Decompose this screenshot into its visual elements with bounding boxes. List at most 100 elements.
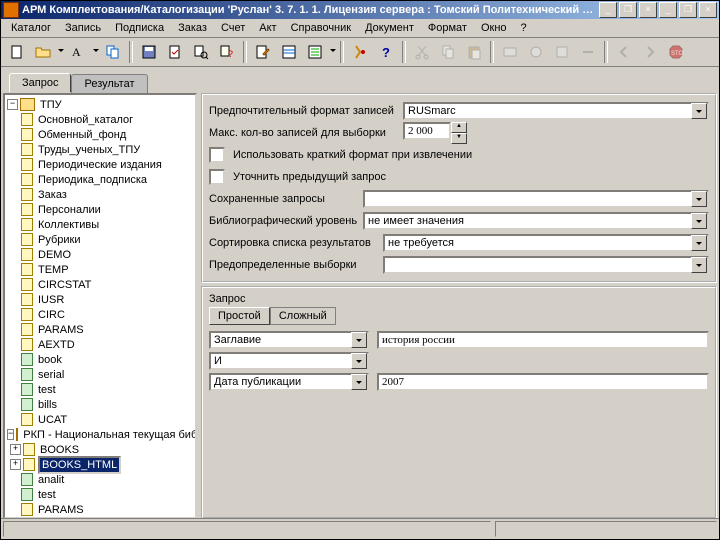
- query-tab-complex[interactable]: Сложный: [270, 307, 336, 325]
- tree-item[interactable]: bills: [7, 397, 193, 412]
- tree-item-selected[interactable]: +BOOKS_HTML: [7, 457, 193, 472]
- spin-up[interactable]: ▲: [451, 122, 467, 133]
- menu-help[interactable]: ?: [515, 20, 533, 36]
- script-button[interactable]: [163, 40, 187, 64]
- new-button[interactable]: [5, 40, 29, 64]
- doc-icon: [21, 413, 33, 426]
- help-button[interactable]: ?: [374, 40, 398, 64]
- dropdown-icon: [691, 235, 707, 251]
- pref-format-select[interactable]: RUSmarc: [403, 102, 709, 120]
- list-button[interactable]: [303, 40, 327, 64]
- prev-button[interactable]: [612, 40, 636, 64]
- minimize-button[interactable]: _: [599, 2, 617, 18]
- tree-item[interactable]: PARAMS: [7, 502, 193, 517]
- dropdown-icon: [351, 332, 367, 348]
- tree-item[interactable]: AEXTD: [7, 337, 193, 352]
- action1-button[interactable]: [498, 40, 522, 64]
- tree-root-tpu[interactable]: −ТПУ: [7, 97, 193, 112]
- field2-select[interactable]: Дата публикации: [209, 373, 369, 391]
- biblio-level-select[interactable]: не имеет значения: [363, 212, 709, 230]
- app-icon: [3, 2, 19, 18]
- value1-input[interactable]: [377, 331, 709, 349]
- tree-item[interactable]: Персоналии: [7, 202, 193, 217]
- field1-select[interactable]: Заглавие: [209, 331, 369, 349]
- menu-record[interactable]: Запись: [59, 20, 107, 36]
- tree-item[interactable]: Рубрики: [7, 232, 193, 247]
- tree-item[interactable]: IUSR: [7, 292, 193, 307]
- restore-button[interactable]: ❐: [619, 2, 637, 18]
- tree-item[interactable]: CIRC: [7, 307, 193, 322]
- tree-item[interactable]: Периодика_подписка: [7, 172, 193, 187]
- form-button[interactable]: [277, 40, 301, 64]
- menu-reference[interactable]: Справочник: [285, 20, 358, 36]
- cut-button[interactable]: [410, 40, 434, 64]
- paste-button[interactable]: [462, 40, 486, 64]
- menu-document[interactable]: Документ: [359, 20, 420, 36]
- menu-format[interactable]: Формат: [422, 20, 473, 36]
- query-tab-simple[interactable]: Простой: [209, 307, 270, 325]
- predef-select[interactable]: [383, 256, 709, 274]
- tree-item[interactable]: TEMP: [7, 262, 193, 277]
- doc-icon: [21, 188, 33, 201]
- tree-item[interactable]: Коллективы: [7, 217, 193, 232]
- menu-invoice[interactable]: Счет: [215, 20, 251, 36]
- tree-item[interactable]: PARAMS: [7, 322, 193, 337]
- folder-dropdown[interactable]: [57, 41, 64, 63]
- action3-button[interactable]: [550, 40, 574, 64]
- stop-button[interactable]: STOP: [664, 40, 688, 64]
- short-format-checkbox[interactable]: [209, 147, 225, 163]
- tree-item[interactable]: DEMO: [7, 247, 193, 262]
- tree-panel[interactable]: −ТПУ Основной_каталог Обменный_фонд Труд…: [3, 93, 197, 519]
- folder-button[interactable]: [31, 40, 55, 64]
- menu-catalog[interactable]: Каталог: [5, 20, 57, 36]
- clone-button[interactable]: [101, 40, 125, 64]
- action4-button[interactable]: [576, 40, 600, 64]
- doc-icon: [21, 203, 33, 216]
- tree-item[interactable]: Основной_каталог: [7, 112, 193, 127]
- inspect-button[interactable]: ?: [215, 40, 239, 64]
- tree-item[interactable]: UCAT: [7, 412, 193, 427]
- child-close-button[interactable]: ×: [699, 2, 717, 18]
- list-dropdown[interactable]: [329, 41, 336, 63]
- run-button[interactable]: [348, 40, 372, 64]
- max-records-input[interactable]: [403, 122, 451, 140]
- tree-item[interactable]: Заказ: [7, 187, 193, 202]
- menu-subscription[interactable]: Подписка: [109, 20, 170, 36]
- menu-act[interactable]: Акт: [253, 20, 282, 36]
- font-button[interactable]: A: [66, 40, 90, 64]
- doc-icon: [21, 308, 33, 321]
- tree-item[interactable]: test: [7, 382, 193, 397]
- action2-button[interactable]: [524, 40, 548, 64]
- tab-request[interactable]: Запрос: [9, 73, 71, 92]
- tree-item[interactable]: CIRCSTAT: [7, 277, 193, 292]
- status-cell: [495, 521, 717, 537]
- font-dropdown[interactable]: [92, 41, 99, 63]
- tree-item[interactable]: serial: [7, 367, 193, 382]
- tree-root-rkp[interactable]: −РКП - Национальная текущая библиогр: [7, 427, 193, 442]
- refine-prev-checkbox[interactable]: [209, 169, 225, 185]
- tree-item[interactable]: book: [7, 352, 193, 367]
- tree-item[interactable]: test: [7, 487, 193, 502]
- tree-item[interactable]: analit: [7, 472, 193, 487]
- tab-result[interactable]: Результат: [71, 74, 147, 93]
- next-button[interactable]: [638, 40, 662, 64]
- operator-select[interactable]: И: [209, 352, 369, 370]
- saved-queries-select[interactable]: [363, 190, 709, 208]
- close-button[interactable]: ×: [639, 2, 657, 18]
- child-minimize-button[interactable]: _: [659, 2, 677, 18]
- save-button[interactable]: [137, 40, 161, 64]
- tree-item[interactable]: Обменный_фонд: [7, 127, 193, 142]
- edit-button[interactable]: [251, 40, 275, 64]
- menu-window[interactable]: Окно: [475, 20, 513, 36]
- child-restore-button[interactable]: ❐: [679, 2, 697, 18]
- sort-select[interactable]: не требуется: [383, 234, 709, 252]
- spin-down[interactable]: ▼: [451, 133, 467, 144]
- max-records-spinner[interactable]: ▲▼: [403, 122, 467, 144]
- menu-order[interactable]: Заказ: [172, 20, 213, 36]
- doc-icon: [21, 503, 33, 516]
- find-button[interactable]: [189, 40, 213, 64]
- copy-button[interactable]: [436, 40, 460, 64]
- tree-item[interactable]: Периодические издания: [7, 157, 193, 172]
- value2-input[interactable]: [377, 373, 709, 391]
- tree-item[interactable]: Труды_ученых_ТПУ: [7, 142, 193, 157]
